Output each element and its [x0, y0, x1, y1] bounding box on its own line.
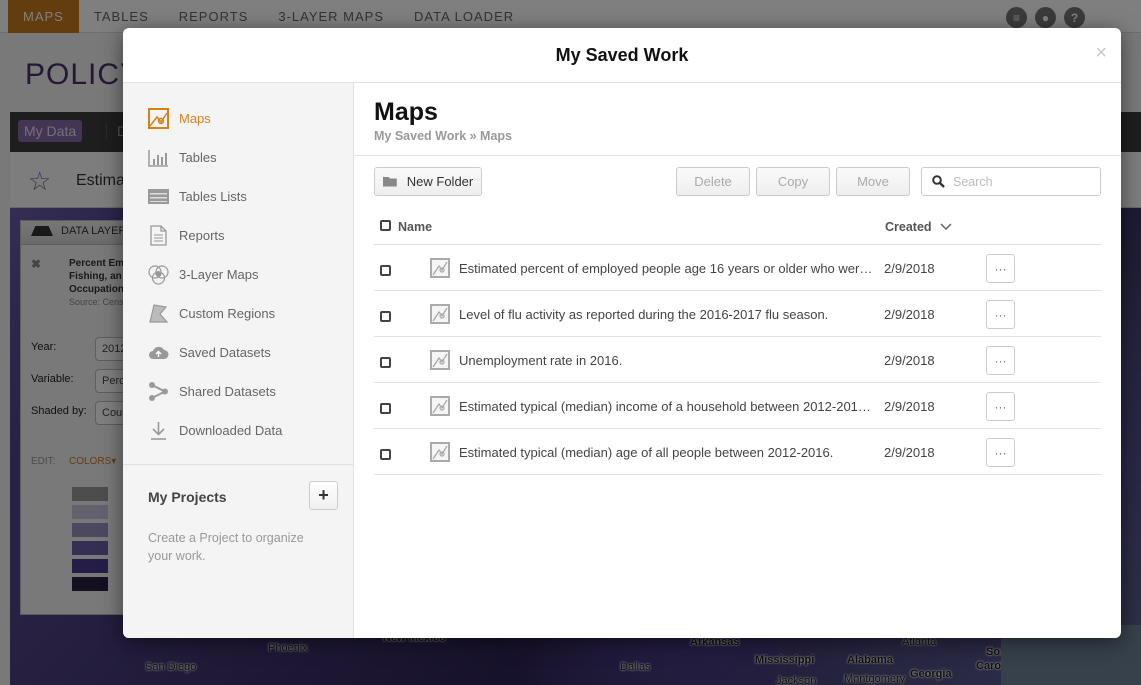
name-column-header[interactable]: Name — [398, 220, 432, 234]
table-row[interactable]: Estimated percent of employed people age… — [374, 245, 1101, 291]
map-icon — [430, 442, 450, 462]
download-icon — [148, 420, 169, 441]
cloud-upload-icon — [148, 342, 169, 363]
table-row[interactable]: Estimated typical (median) age of all pe… — [374, 429, 1101, 475]
chevron-down-icon — [940, 223, 952, 231]
created-date: 2/9/2018 — [884, 261, 935, 276]
my-saved-work-modal: My Saved Work × Maps Tables Tables Lists — [123, 28, 1121, 638]
projects-hint: Create a Project to organize your work. — [148, 531, 304, 563]
sidebar-item-label: Shared Datasets — [179, 383, 276, 399]
created-date: 2/9/2018 — [884, 353, 935, 368]
sidebar-item-custom-regions[interactable]: Custom Regions — [148, 302, 275, 324]
sidebar-item-reports[interactable]: Reports — [148, 224, 225, 246]
sidebar-item-label: Custom Regions — [179, 305, 276, 321]
map-title[interactable]: Estimated percent of employed people age… — [459, 261, 874, 276]
created-label: Created — [885, 220, 932, 234]
move-button[interactable]: Move — [836, 167, 910, 196]
map-title[interactable]: Level of flu activity as reported during… — [459, 307, 874, 322]
sidebar-item-label: Maps — [179, 110, 211, 126]
more-actions-button[interactable]: ··· — [986, 346, 1015, 375]
table-row[interactable]: Unemployment rate in 2016. 2/9/2018 ··· — [374, 337, 1101, 383]
delete-button[interactable]: Delete — [676, 167, 750, 196]
map-title[interactable]: Estimated typical (median) income of a h… — [459, 399, 874, 414]
sidebar-item-label: Tables — [179, 149, 217, 165]
more-actions-button[interactable]: ··· — [986, 438, 1015, 467]
sidebar-item-label: Saved Datasets — [179, 344, 271, 360]
saved-work-sidebar: Maps Tables Tables Lists Reports 3-Layer… — [123, 83, 354, 638]
row-checkbox[interactable] — [380, 449, 391, 460]
page-title: Maps — [374, 98, 438, 126]
created-date: 2/9/2018 — [884, 399, 935, 414]
sidebar-item-label: Reports — [179, 227, 225, 243]
sidebar-item-label: Downloaded Data — [179, 422, 283, 438]
more-actions-button[interactable]: ··· — [986, 300, 1015, 329]
list-icon — [148, 186, 169, 207]
table-row[interactable]: Estimated typical (median) income of a h… — [374, 383, 1101, 429]
content-divider — [354, 155, 1121, 156]
maps-table: Name Created Estimated percent of employ… — [374, 208, 1101, 475]
table-header: Name Created — [374, 208, 1101, 245]
row-checkbox[interactable] — [380, 357, 391, 368]
map-icon — [430, 304, 450, 324]
sidebar-item-shared-datasets[interactable]: Shared Datasets — [148, 380, 276, 402]
sidebar-item-downloaded-data[interactable]: Downloaded Data — [148, 419, 282, 441]
sidebar-item-maps[interactable]: Maps — [148, 107, 211, 129]
map-title[interactable]: Estimated typical (median) age of all pe… — [459, 445, 874, 460]
modal-header: My Saved Work × — [123, 28, 1121, 83]
row-checkbox[interactable] — [380, 403, 391, 414]
new-folder-button[interactable]: New Folder — [374, 167, 482, 196]
search-box — [921, 167, 1101, 196]
created-date: 2/9/2018 — [884, 307, 935, 322]
add-project-button[interactable]: + — [309, 481, 338, 510]
select-all-checkbox[interactable] — [380, 220, 391, 231]
bar-chart-icon — [148, 147, 169, 168]
sidebar-item-label: 3-Layer Maps — [179, 266, 259, 282]
sidebar-item-3-layer-maps[interactable]: 3-Layer Maps — [148, 263, 258, 285]
search-icon — [932, 175, 945, 188]
sidebar-item-label: Tables Lists — [179, 188, 247, 204]
share-icon — [148, 381, 169, 402]
map-icon — [430, 396, 450, 416]
my-projects-title: My Projects — [148, 489, 227, 505]
saved-work-content: Maps My Saved Work » Maps New Folder Del… — [354, 83, 1121, 638]
map-icon — [148, 107, 169, 129]
folder-icon — [382, 176, 397, 187]
map-icon — [430, 258, 450, 278]
breadcrumb[interactable]: My Saved Work » Maps — [374, 129, 512, 143]
modal-title: My Saved Work — [555, 45, 689, 65]
map-title[interactable]: Unemployment rate in 2016. — [459, 353, 874, 368]
map-icon — [430, 350, 450, 370]
more-actions-button[interactable]: ··· — [986, 254, 1015, 283]
close-icon[interactable]: × — [1095, 42, 1107, 65]
sidebar-item-tables-lists[interactable]: Tables Lists — [148, 185, 247, 207]
new-folder-label: New Folder — [406, 174, 474, 189]
custom-region-icon — [148, 303, 169, 324]
copy-button[interactable]: Copy — [756, 167, 830, 196]
table-row[interactable]: Level of flu activity as reported during… — [374, 291, 1101, 337]
sidebar-item-tables[interactable]: Tables — [148, 146, 217, 168]
created-date: 2/9/2018 — [884, 445, 935, 460]
more-actions-button[interactable]: ··· — [986, 392, 1015, 421]
row-checkbox[interactable] — [380, 311, 391, 322]
sidebar-divider — [123, 464, 353, 465]
three-layer-icon — [148, 264, 169, 285]
created-column-header[interactable]: Created — [885, 220, 952, 234]
row-checkbox[interactable] — [380, 265, 391, 276]
search-input[interactable] — [953, 174, 1093, 189]
document-icon — [148, 224, 169, 246]
sidebar-item-saved-datasets[interactable]: Saved Datasets — [148, 341, 271, 363]
